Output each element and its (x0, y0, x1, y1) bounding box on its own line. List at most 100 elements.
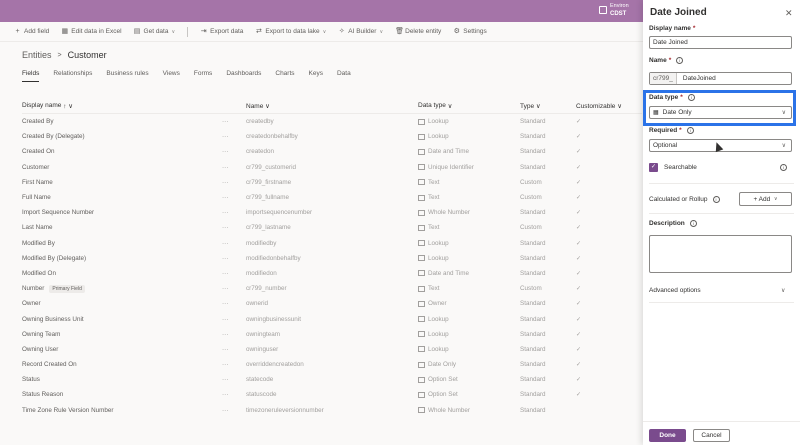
breadcrumb-entities-link[interactable]: Entities (22, 50, 52, 60)
environment-label[interactable]: Environ CDST (610, 2, 629, 18)
delete-entity-button[interactable]: 🗑 Delete entity (395, 28, 441, 35)
table-row[interactable]: Last Name ··· cr799_lastname Text Custom ✓ (22, 220, 642, 235)
display-name-cell[interactable]: Created By (22, 118, 222, 125)
display-name-input[interactable]: Date Joined (649, 36, 792, 49)
done-button[interactable]: Done (649, 429, 686, 442)
tab-views[interactable]: Views (163, 70, 180, 82)
table-row[interactable]: Full Name ··· cr799_fullname Text Custom ✓ (22, 190, 642, 205)
display-name-cell[interactable]: Owner (22, 300, 222, 307)
display-name-cell[interactable]: Status (22, 376, 222, 383)
display-name-cell[interactable]: Import Sequence Number (22, 209, 222, 216)
get-data-button[interactable]: ▤ Get data ∨ (134, 28, 175, 35)
display-name-cell[interactable]: Modified By (Delegate) (22, 255, 222, 262)
tab-dashboards[interactable]: Dashboards (226, 70, 261, 82)
table-row[interactable]: Modified By ··· modifiedby Lookup Standard ✓ (22, 236, 642, 251)
column-header-name[interactable]: Name ∨ (246, 102, 418, 110)
tab-forms[interactable]: Forms (194, 70, 212, 82)
more-options-icon[interactable]: ··· (222, 179, 246, 186)
tab-fields[interactable]: Fields (22, 70, 40, 82)
tab-data[interactable]: Data (337, 70, 351, 82)
column-header-display-name[interactable]: Display name ↑ ∨ (22, 102, 222, 110)
table-row[interactable]: Import Sequence Number ··· importsequencen… (22, 205, 642, 220)
info-icon[interactable]: i (712, 196, 720, 203)
edit-in-excel-button[interactable]: ▦ Edit data in Excel (61, 28, 121, 35)
table-row[interactable]: Modified By (Delegate) ··· modifiedonbehal… (22, 251, 642, 266)
display-name-cell[interactable]: Modified By (22, 240, 222, 247)
more-options-icon[interactable]: ··· (222, 118, 246, 125)
more-options-icon[interactable]: ··· (222, 133, 246, 140)
table-row[interactable]: Created By (Delegate) ··· createdonbehalfb… (22, 129, 642, 144)
table-row[interactable]: Status Reason ··· statuscode Option Set Stan… (22, 387, 642, 402)
table-row[interactable]: Created On ··· createdon Date and Time Stand… (22, 144, 642, 159)
more-options-icon[interactable]: ··· (222, 255, 246, 262)
more-options-icon[interactable]: ··· (222, 194, 246, 201)
more-options-icon[interactable]: ··· (222, 316, 246, 323)
more-options-icon[interactable]: ··· (222, 148, 246, 155)
ai-builder-button[interactable]: ✧ AI Builder ∨ (338, 28, 383, 35)
add-calculated-button[interactable]: + Add ∨ (739, 192, 792, 206)
info-icon[interactable]: i (689, 220, 697, 227)
display-name-cell[interactable]: Modified On (22, 270, 222, 277)
add-field-button[interactable]: + Add field (14, 28, 49, 35)
display-name-cell[interactable]: Record Created On (22, 361, 222, 368)
more-options-icon[interactable]: ··· (222, 209, 246, 216)
more-options-icon[interactable]: ··· (222, 270, 246, 277)
display-name-cell[interactable]: Customer (22, 164, 222, 171)
more-options-icon[interactable]: ··· (222, 376, 246, 383)
name-input[interactable]: cr799_ DateJoined (649, 72, 792, 85)
description-textarea[interactable] (649, 235, 792, 273)
column-header-customizable[interactable]: Customizable ∨ (576, 102, 636, 110)
more-options-icon[interactable]: ··· (222, 361, 246, 368)
more-options-icon[interactable]: ··· (222, 300, 246, 307)
table-row[interactable]: Customer ··· cr799_customerid Unique Identi… (22, 160, 642, 175)
more-options-icon[interactable]: ··· (222, 164, 246, 171)
display-name-cell[interactable]: Created By (Delegate) (22, 133, 222, 140)
environment-icon[interactable] (599, 6, 607, 14)
table-row[interactable]: Modified On ··· modifiedon Date and Time Sta… (22, 266, 642, 281)
searchable-checkbox[interactable]: ✓ (649, 163, 658, 172)
table-row[interactable]: Time Zone Rule Version Number ··· timezone… (22, 403, 642, 418)
tab-business-rules[interactable]: Business rules (106, 70, 148, 82)
column-header-type[interactable]: Type ∨ (520, 102, 576, 110)
display-name-cell[interactable]: Owning Business Unit (22, 316, 222, 323)
more-options-icon[interactable]: ··· (222, 346, 246, 353)
tab-charts[interactable]: Charts (275, 70, 294, 82)
table-row[interactable]: Owner ··· ownerid Owner Standard ✓ (22, 296, 642, 311)
tab-relationships[interactable]: Relationships (53, 70, 92, 82)
tab-keys[interactable]: Keys (309, 70, 323, 82)
more-options-icon[interactable]: ··· (222, 224, 246, 231)
display-name-cell[interactable]: Status Reason (22, 391, 222, 398)
table-row[interactable]: Record Created On ··· overriddencreatedon D… (22, 357, 642, 372)
close-icon[interactable]: ✕ (785, 8, 793, 19)
export-data-button[interactable]: ⇥ Export data (200, 28, 244, 35)
more-options-icon[interactable]: ··· (222, 240, 246, 247)
table-row[interactable]: Number Primary Field ··· cr799_number Text Cu… (22, 281, 642, 296)
export-to-data-lake-button[interactable]: ⇄ Export to data lake ∨ (255, 28, 326, 35)
settings-button[interactable]: ⚙ Settings (453, 28, 487, 35)
more-options-icon[interactable]: ··· (222, 407, 246, 414)
display-name-cell[interactable]: Owning Team (22, 331, 222, 338)
table-row[interactable]: Owning User ··· owninguser Lookup Standard ✓ (22, 342, 642, 357)
display-name-cell[interactable]: Number Primary Field (22, 284, 222, 293)
table-row[interactable]: Owning Team ··· owningteam Lookup Standard ✓ (22, 327, 642, 342)
cancel-button[interactable]: Cancel (693, 429, 730, 442)
more-options-icon[interactable]: ··· (222, 285, 246, 292)
table-row[interactable]: Status ··· statecode Option Set Standard ✓ (22, 372, 642, 387)
table-row[interactable]: First Name ··· cr799_firstname Text Custom ✓ (22, 175, 642, 190)
advanced-options-toggle[interactable]: Advanced options (649, 287, 701, 294)
display-name-cell[interactable]: Last Name (22, 224, 222, 231)
display-name-cell[interactable]: First Name (22, 179, 222, 186)
more-options-icon[interactable]: ··· (222, 331, 246, 338)
table-row[interactable]: Owning Business Unit ··· owningbusinessuni… (22, 311, 642, 326)
display-name-cell[interactable]: Full Name (22, 194, 222, 201)
info-icon[interactable]: i (686, 127, 694, 134)
chevron-down-icon[interactable]: ∨ (781, 287, 785, 294)
table-row[interactable]: Created By ··· createdby Lookup Standard ✓ (22, 114, 642, 129)
info-icon[interactable]: i (676, 57, 684, 64)
column-header-data-type[interactable]: Data type ∨ (418, 102, 520, 110)
more-options-icon[interactable]: ··· (222, 391, 246, 398)
display-name-cell[interactable]: Owning User (22, 346, 222, 353)
info-icon[interactable]: i (780, 164, 787, 171)
display-name-cell[interactable]: Created On (22, 148, 222, 155)
display-name-cell[interactable]: Time Zone Rule Version Number (22, 407, 222, 414)
